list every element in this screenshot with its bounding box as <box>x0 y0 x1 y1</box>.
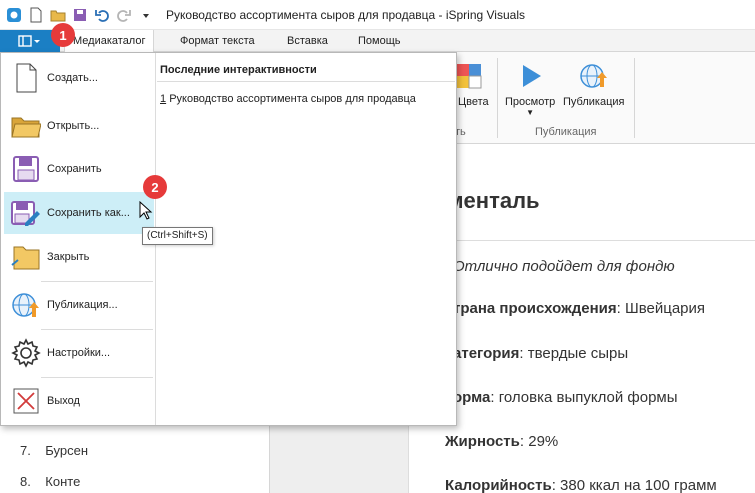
step-badge: 2 <box>143 175 167 199</box>
gear-icon <box>10 337 42 369</box>
list-item[interactable]: 7. Бурсен <box>20 443 88 458</box>
divider <box>157 81 455 82</box>
menu-item-exit[interactable]: Выход <box>4 380 154 422</box>
play-icon <box>514 60 546 92</box>
window-title: Руководство ассортимента сыров для прода… <box>166 7 525 22</box>
app-logo-icon <box>6 7 22 23</box>
document-view: мменталь Отлично подойдет для фондю тран… <box>408 144 755 493</box>
tab-media-catalog[interactable]: Медиакаталог <box>64 30 155 53</box>
menu-item-publish[interactable]: Публикация... <box>4 284 154 326</box>
menu-item-open[interactable]: Открыть... <box>4 105 154 147</box>
document-line: трана происхождения: Швейцария <box>453 300 706 317</box>
tab-help[interactable]: Помощь <box>350 30 409 52</box>
ribbon-tab-row: Медиакаталог Формат текста Вставка Помощ… <box>0 30 755 53</box>
save-icon[interactable] <box>72 7 88 23</box>
publish-icon <box>10 289 42 321</box>
customize-toolbar-icon[interactable] <box>138 7 154 23</box>
title-bar: Руководство ассортимента сыров для прода… <box>0 0 755 30</box>
file-menu: Создать... Открыть... Сохранить Сохранит… <box>0 52 457 426</box>
menu-item-create[interactable]: Создать... <box>4 57 154 99</box>
globe-publish-icon <box>578 60 610 92</box>
divider <box>41 281 153 282</box>
tab-insert[interactable]: Вставка <box>279 30 336 52</box>
publish-button[interactable]: Публикация <box>563 60 624 108</box>
menu-item-close[interactable]: Закрыть <box>4 236 154 278</box>
menu-item-settings[interactable]: Настройки... <box>4 332 154 374</box>
save-as-icon <box>10 197 42 229</box>
exit-icon <box>10 385 42 417</box>
divider <box>41 329 153 330</box>
file-menu-commands: Создать... Открыть... Сохранить Сохранит… <box>1 53 156 425</box>
preview-button[interactable]: Просмотр ▼ <box>505 60 555 117</box>
document-line: атегория: твердые сыры <box>453 345 629 362</box>
divider <box>41 377 153 378</box>
document-line: Калорийность: 380 ккал на 100 грамм <box>445 477 717 493</box>
divider <box>409 240 755 241</box>
shortcut-tooltip: (Ctrl+Shift+S) <box>142 227 213 245</box>
new-document-icon[interactable] <box>28 7 44 23</box>
step-badge: 1 <box>51 23 75 47</box>
document-line: Жирность: 29% <box>445 433 559 450</box>
menu-item-save-as[interactable]: Сохранить как... <box>4 192 154 234</box>
colors-icon <box>453 60 485 92</box>
chevron-down-icon <box>34 40 40 43</box>
recent-file-item[interactable]: 1 Руководство ассортимента сыров для про… <box>160 93 416 105</box>
ribbon-group-publish: Публикация <box>535 126 597 138</box>
chevron-down-icon: ▼ <box>526 108 535 117</box>
save-icon <box>10 153 42 185</box>
undo-icon[interactable] <box>94 7 110 23</box>
mouse-cursor-icon <box>139 201 153 220</box>
menu-item-save[interactable]: Сохранить <box>4 148 154 190</box>
open-folder-icon <box>10 110 42 142</box>
publish-label: Публикация <box>563 96 625 108</box>
menu-icon <box>18 35 32 47</box>
open-folder-icon[interactable] <box>50 7 66 23</box>
document-line: орма: головка выпуклой формы <box>453 389 678 406</box>
tab-text-format[interactable]: Формат текста <box>172 30 263 52</box>
new-document-icon <box>10 62 42 94</box>
list-item[interactable]: 8. Конте <box>20 474 80 489</box>
preview-label: Просмотр <box>505 96 556 108</box>
document-line: Отлично подойдет для фондю <box>453 258 675 275</box>
redo-icon[interactable] <box>116 7 132 23</box>
recent-title: Последние интерактивности <box>160 64 317 76</box>
close-folder-icon <box>10 241 42 273</box>
